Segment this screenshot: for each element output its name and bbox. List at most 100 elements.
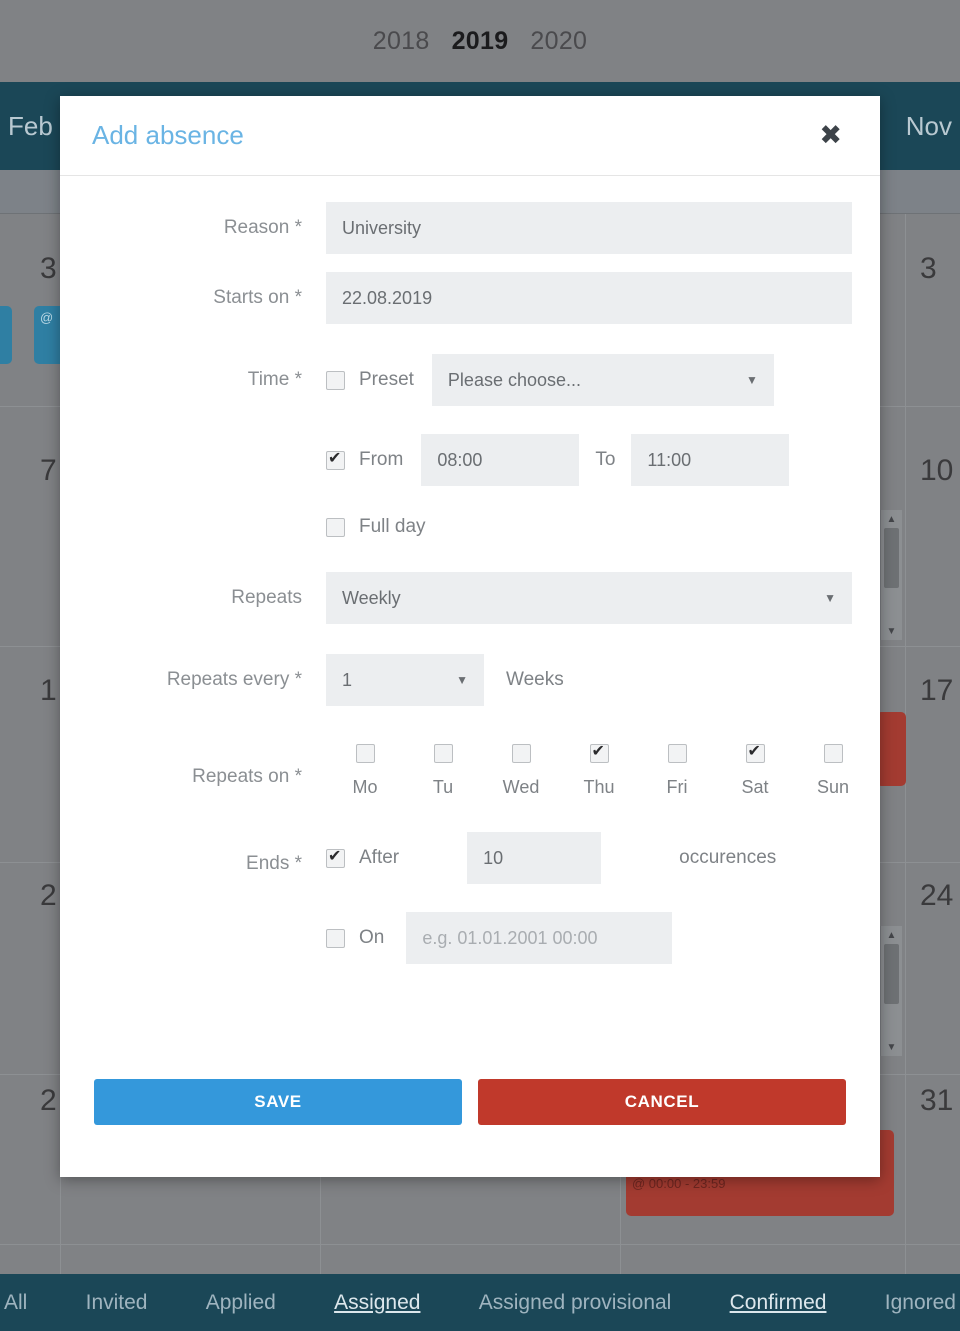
full-day-row: Full day xyxy=(94,516,846,538)
calendar-event[interactable] xyxy=(876,712,906,786)
chevron-down-icon: ▼ xyxy=(746,373,758,387)
ends-on-date-input[interactable]: e.g. 01.01.2001 00:00 xyxy=(406,912,673,964)
weekday-label-sun: Sun xyxy=(816,777,850,797)
repeats-every-unit: Weeks xyxy=(506,669,564,690)
weekday-cell-sat: Sat xyxy=(716,742,794,798)
scrollbar-thumb[interactable] xyxy=(884,944,899,1004)
scroll-up-icon[interactable]: ▲ xyxy=(881,512,902,526)
day-number: 7 xyxy=(40,454,57,487)
calendar-event[interactable] xyxy=(0,306,12,364)
weekday-cell-wed: Wed xyxy=(482,744,560,798)
repeats-select[interactable]: Weekly ▼ xyxy=(326,572,852,624)
ends-on-label: On xyxy=(359,927,385,948)
year-option-2020[interactable]: 2020 xyxy=(530,27,587,56)
day-number: 1 xyxy=(40,674,57,707)
weekday-checkbox-sun[interactable] xyxy=(823,744,843,763)
weekday-cell-thu: Thu xyxy=(560,742,638,798)
month-nav-next[interactable]: Nov xyxy=(906,111,952,142)
day-number: 2 xyxy=(40,1084,57,1117)
full-day-label: Full day xyxy=(359,516,426,537)
repeats-label: Repeats xyxy=(231,587,302,608)
grid-row-divider xyxy=(0,1244,960,1245)
save-button[interactable]: SAVE xyxy=(94,1079,462,1125)
dialog-title: Add absence xyxy=(92,120,244,150)
day-number: 2 xyxy=(40,879,57,912)
starts-on-input[interactable]: 22.08.2019 xyxy=(326,272,852,324)
preset-select-value: Please choose... xyxy=(447,369,582,390)
ends-after-occurrences-input[interactable]: 10 xyxy=(467,832,602,884)
day-number: 31 xyxy=(920,1084,954,1117)
chevron-down-icon: ▼ xyxy=(824,591,836,605)
calendar-scrollbar[interactable]: ▲ ▼ xyxy=(880,510,902,640)
ends-after-checkbox[interactable] xyxy=(326,847,345,868)
year-selector: 2018 2019 2020 xyxy=(0,0,960,82)
weekday-checkbox-fri[interactable] xyxy=(667,744,687,763)
day-number: 10 xyxy=(920,454,954,487)
repeats-every-row: Repeats every * 1 ▼ Weeks xyxy=(94,654,846,706)
preset-label: Preset xyxy=(359,369,414,390)
reason-label: Reason * xyxy=(223,217,302,238)
weekday-checkbox-sat[interactable] xyxy=(745,742,765,763)
weekday-cell-tu: Tu xyxy=(404,744,482,798)
preset-select[interactable]: Please choose... ▼ xyxy=(431,354,774,406)
weekday-checkbox-wed[interactable] xyxy=(511,744,531,763)
from-time-input[interactable]: 08:00 xyxy=(421,434,580,486)
close-icon[interactable]: ✖ xyxy=(813,118,848,153)
time-range-row: From 08:00 To 11:00 xyxy=(94,434,846,486)
day-number: 3 xyxy=(920,252,937,285)
reason-row: Reason * University xyxy=(94,202,852,254)
ends-after-label: After xyxy=(359,847,400,868)
filter-invited[interactable]: Invited xyxy=(86,1291,148,1315)
repeats-every-select[interactable]: 1 ▼ xyxy=(326,654,484,706)
status-filter-bar: All Invited Applied Assigned Assigned pr… xyxy=(0,1274,960,1331)
repeats-every-label: Repeats every * xyxy=(166,669,302,690)
filter-applied[interactable]: Applied xyxy=(206,1291,276,1315)
dialog-body: Reason * University Starts on * 22.08.20… xyxy=(60,176,880,1067)
scroll-down-icon[interactable]: ▼ xyxy=(881,1040,902,1054)
weekday-label-sat: Sat xyxy=(741,777,769,797)
ends-after-unit: occurences xyxy=(679,847,777,868)
filter-all[interactable]: All xyxy=(4,1291,27,1315)
weekday-checkbox-mo[interactable] xyxy=(355,744,375,763)
dialog-header: Add absence ✖ xyxy=(60,96,880,176)
full-day-checkbox[interactable] xyxy=(326,517,345,537)
weekday-label-thu: Thu xyxy=(583,777,615,797)
filter-ignored[interactable]: Ignored xyxy=(885,1291,956,1315)
time-preset-row: Time * Preset Please choose... ▼ xyxy=(94,354,846,406)
starts-on-row: Starts on * 22.08.2019 xyxy=(94,272,852,324)
chevron-down-icon: ▼ xyxy=(456,673,468,687)
reason-input[interactable]: University xyxy=(326,202,852,254)
ends-after-row: Ends * After 10 occurences xyxy=(94,832,846,884)
scroll-down-icon[interactable]: ▼ xyxy=(881,624,902,638)
repeats-row: Repeats Weekly ▼ xyxy=(94,572,852,624)
year-option-2018[interactable]: 2018 xyxy=(373,27,430,56)
weekday-checkbox-thu[interactable] xyxy=(589,742,609,763)
starts-on-label: Starts on * xyxy=(213,287,302,308)
filter-assigned[interactable]: Assigned xyxy=(334,1291,420,1315)
month-nav-prev[interactable]: Feb xyxy=(8,111,53,142)
cancel-button[interactable]: CANCEL xyxy=(478,1079,846,1125)
weekday-label-tu: Tu xyxy=(432,777,454,797)
filter-assigned-provisional[interactable]: Assigned provisional xyxy=(479,1291,672,1315)
app-page: 2018 2019 2020 Feb Nov 3 7 1 2 2 3 10 17… xyxy=(0,0,960,1331)
repeats-every-value: 1 xyxy=(342,669,353,690)
to-label: To xyxy=(595,449,616,470)
calendar-scrollbar[interactable]: ▲ ▼ xyxy=(880,926,902,1056)
day-number: 17 xyxy=(920,674,954,707)
time-label: Time * xyxy=(247,369,302,390)
preset-checkbox[interactable] xyxy=(326,370,345,390)
weekday-label-fri: Fri xyxy=(666,777,688,797)
scroll-up-icon[interactable]: ▲ xyxy=(881,928,902,942)
to-time-input[interactable]: 11:00 xyxy=(631,434,790,486)
scrollbar-thumb[interactable] xyxy=(884,528,899,588)
ends-on-checkbox[interactable] xyxy=(326,928,345,948)
from-checkbox[interactable] xyxy=(326,449,345,470)
year-option-2019[interactable]: 2019 xyxy=(452,27,509,56)
weekday-checkbox-tu[interactable] xyxy=(433,744,453,763)
filter-confirmed[interactable]: Confirmed xyxy=(730,1291,827,1315)
dialog-footer: SAVE CANCEL xyxy=(60,1067,880,1177)
from-label: From xyxy=(359,449,404,470)
weekday-cell-mo: Mo xyxy=(326,744,404,798)
weekday-checkbox-grid: Mo Tu Wed Thu xyxy=(326,742,872,798)
weekday-label-mo: Mo xyxy=(352,777,378,797)
